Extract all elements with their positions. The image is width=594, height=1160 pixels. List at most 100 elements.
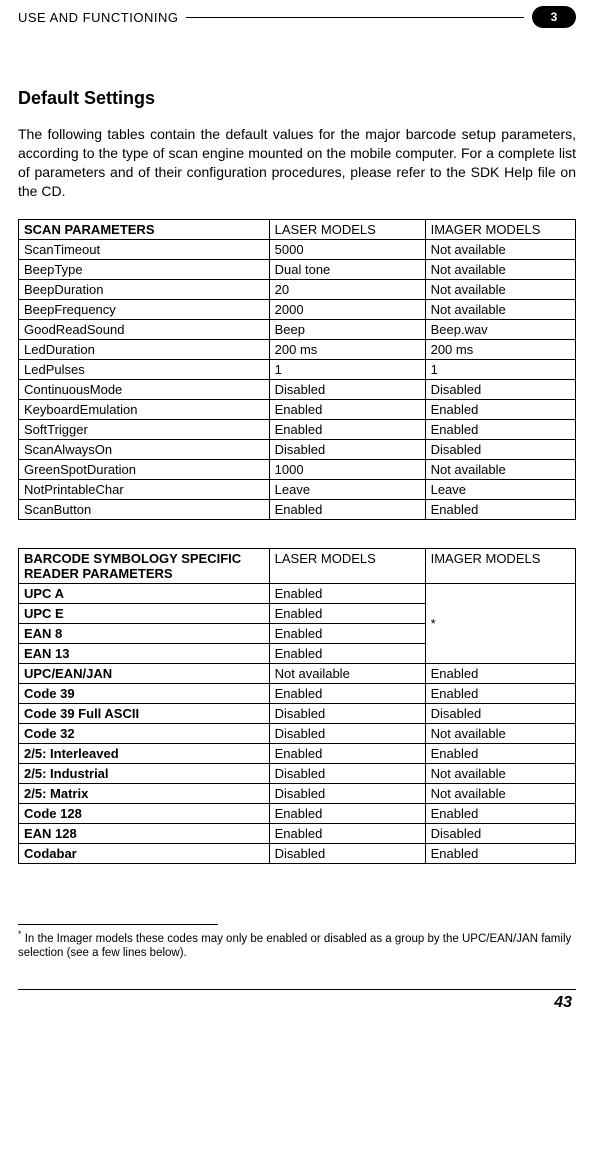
col-header-param: SCAN PARAMETERS bbox=[19, 219, 270, 239]
table-row: LedPulses11 bbox=[19, 359, 576, 379]
cell-param: LedPulses bbox=[19, 359, 270, 379]
cell-laser: Enabled bbox=[269, 399, 425, 419]
cell-param: ContinuousMode bbox=[19, 379, 270, 399]
scan-parameters-table: SCAN PARAMETERS LASER MODELS IMAGER MODE… bbox=[18, 219, 576, 520]
cell-param: LedDuration bbox=[19, 339, 270, 359]
cell-param: Codabar bbox=[19, 843, 270, 863]
cell-laser: 20 bbox=[269, 279, 425, 299]
table-row: BeepTypeDual toneNot available bbox=[19, 259, 576, 279]
table-row: ScanTimeout5000Not available bbox=[19, 239, 576, 259]
cell-laser: Enabled bbox=[269, 623, 425, 643]
table-row: ContinuousModeDisabledDisabled bbox=[19, 379, 576, 399]
cell-param: UPC E bbox=[19, 603, 270, 623]
footnote-rule bbox=[18, 924, 218, 925]
cell-laser: Beep bbox=[269, 319, 425, 339]
cell-laser: Disabled bbox=[269, 703, 425, 723]
cell-imager: Not available bbox=[425, 763, 575, 783]
cell-param: UPC/EAN/JAN bbox=[19, 663, 270, 683]
section-title: Default Settings bbox=[18, 88, 576, 109]
cell-laser: 200 ms bbox=[269, 339, 425, 359]
table-header-row: BARCODE SYMBOLOGY SPECIFIC READER PARAME… bbox=[19, 548, 576, 583]
table-row: CodabarDisabledEnabled bbox=[19, 843, 576, 863]
cell-param: BeepType bbox=[19, 259, 270, 279]
table-row: UPC AEnabled* bbox=[19, 583, 576, 603]
cell-param: Code 39 bbox=[19, 683, 270, 703]
table-row: LedDuration200 ms200 ms bbox=[19, 339, 576, 359]
cell-laser: Enabled bbox=[269, 603, 425, 623]
col-header-laser: LASER MODELS bbox=[269, 548, 425, 583]
cell-laser: Disabled bbox=[269, 439, 425, 459]
cell-param: 2/5: Matrix bbox=[19, 783, 270, 803]
cell-param: GreenSpotDuration bbox=[19, 459, 270, 479]
cell-param: ScanAlwaysOn bbox=[19, 439, 270, 459]
footnote: * In the Imager models these codes may o… bbox=[18, 929, 576, 962]
cell-param: UPC A bbox=[19, 583, 270, 603]
cell-param: 2/5: Interleaved bbox=[19, 743, 270, 763]
cell-imager: Not available bbox=[425, 259, 575, 279]
chapter-badge: 3 bbox=[532, 6, 576, 28]
table-row: ScanButtonEnabledEnabled bbox=[19, 499, 576, 519]
table-row: NotPrintableCharLeaveLeave bbox=[19, 479, 576, 499]
cell-imager: Disabled bbox=[425, 703, 575, 723]
cell-laser: 2000 bbox=[269, 299, 425, 319]
cell-imager: Enabled bbox=[425, 803, 575, 823]
cell-laser: Disabled bbox=[269, 763, 425, 783]
col-header-param: BARCODE SYMBOLOGY SPECIFIC READER PARAME… bbox=[19, 548, 270, 583]
cell-param: EAN 128 bbox=[19, 823, 270, 843]
cell-imager: Not available bbox=[425, 299, 575, 319]
table-row: BeepDuration20Not available bbox=[19, 279, 576, 299]
cell-param: ScanButton bbox=[19, 499, 270, 519]
table-row: EAN 128EnabledDisabled bbox=[19, 823, 576, 843]
cell-param: Code 39 Full ASCII bbox=[19, 703, 270, 723]
cell-laser: Enabled bbox=[269, 803, 425, 823]
cell-laser: Enabled bbox=[269, 419, 425, 439]
table-row: Code 39 Full ASCIIDisabledDisabled bbox=[19, 703, 576, 723]
cell-laser: Dual tone bbox=[269, 259, 425, 279]
footnote-reference: * bbox=[431, 616, 436, 631]
cell-laser: Disabled bbox=[269, 843, 425, 863]
cell-laser: Enabled bbox=[269, 683, 425, 703]
table-row: 2/5: MatrixDisabledNot available bbox=[19, 783, 576, 803]
table-row: Code 39EnabledEnabled bbox=[19, 683, 576, 703]
cell-param: BeepFrequency bbox=[19, 299, 270, 319]
cell-imager: Not available bbox=[425, 279, 575, 299]
cell-laser: Enabled bbox=[269, 743, 425, 763]
cell-laser: Disabled bbox=[269, 379, 425, 399]
cell-param: NotPrintableChar bbox=[19, 479, 270, 499]
cell-param: KeyboardEmulation bbox=[19, 399, 270, 419]
intro-paragraph: The following tables contain the default… bbox=[18, 125, 576, 201]
cell-imager-merged: * bbox=[425, 583, 575, 663]
col-header-laser: LASER MODELS bbox=[269, 219, 425, 239]
col-header-imager: IMAGER MODELS bbox=[425, 548, 575, 583]
col-header-imager: IMAGER MODELS bbox=[425, 219, 575, 239]
table-row: Code 32DisabledNot available bbox=[19, 723, 576, 743]
cell-imager: Enabled bbox=[425, 399, 575, 419]
page-header: USE AND FUNCTIONING 3 bbox=[18, 0, 576, 28]
table-row: ScanAlwaysOnDisabledDisabled bbox=[19, 439, 576, 459]
cell-laser: Enabled bbox=[269, 499, 425, 519]
cell-laser: Disabled bbox=[269, 723, 425, 743]
cell-laser: Enabled bbox=[269, 823, 425, 843]
cell-param: EAN 13 bbox=[19, 643, 270, 663]
cell-param: BeepDuration bbox=[19, 279, 270, 299]
cell-imager: Enabled bbox=[425, 663, 575, 683]
cell-imager: 200 ms bbox=[425, 339, 575, 359]
running-title: USE AND FUNCTIONING bbox=[18, 10, 178, 25]
cell-laser: 1 bbox=[269, 359, 425, 379]
cell-param: Code 128 bbox=[19, 803, 270, 823]
cell-laser: 5000 bbox=[269, 239, 425, 259]
table-row: KeyboardEmulationEnabledEnabled bbox=[19, 399, 576, 419]
cell-imager: Enabled bbox=[425, 419, 575, 439]
cell-param: SoftTrigger bbox=[19, 419, 270, 439]
cell-imager: Disabled bbox=[425, 439, 575, 459]
cell-imager: Not available bbox=[425, 459, 575, 479]
cell-imager: Not available bbox=[425, 239, 575, 259]
cell-imager: Not available bbox=[425, 723, 575, 743]
table-header-row: SCAN PARAMETERS LASER MODELS IMAGER MODE… bbox=[19, 219, 576, 239]
cell-laser: Disabled bbox=[269, 783, 425, 803]
cell-imager: 1 bbox=[425, 359, 575, 379]
footer-rule bbox=[18, 989, 576, 990]
cell-param: EAN 8 bbox=[19, 623, 270, 643]
table-row: GreenSpotDuration1000Not available bbox=[19, 459, 576, 479]
cell-laser: Not available bbox=[269, 663, 425, 683]
